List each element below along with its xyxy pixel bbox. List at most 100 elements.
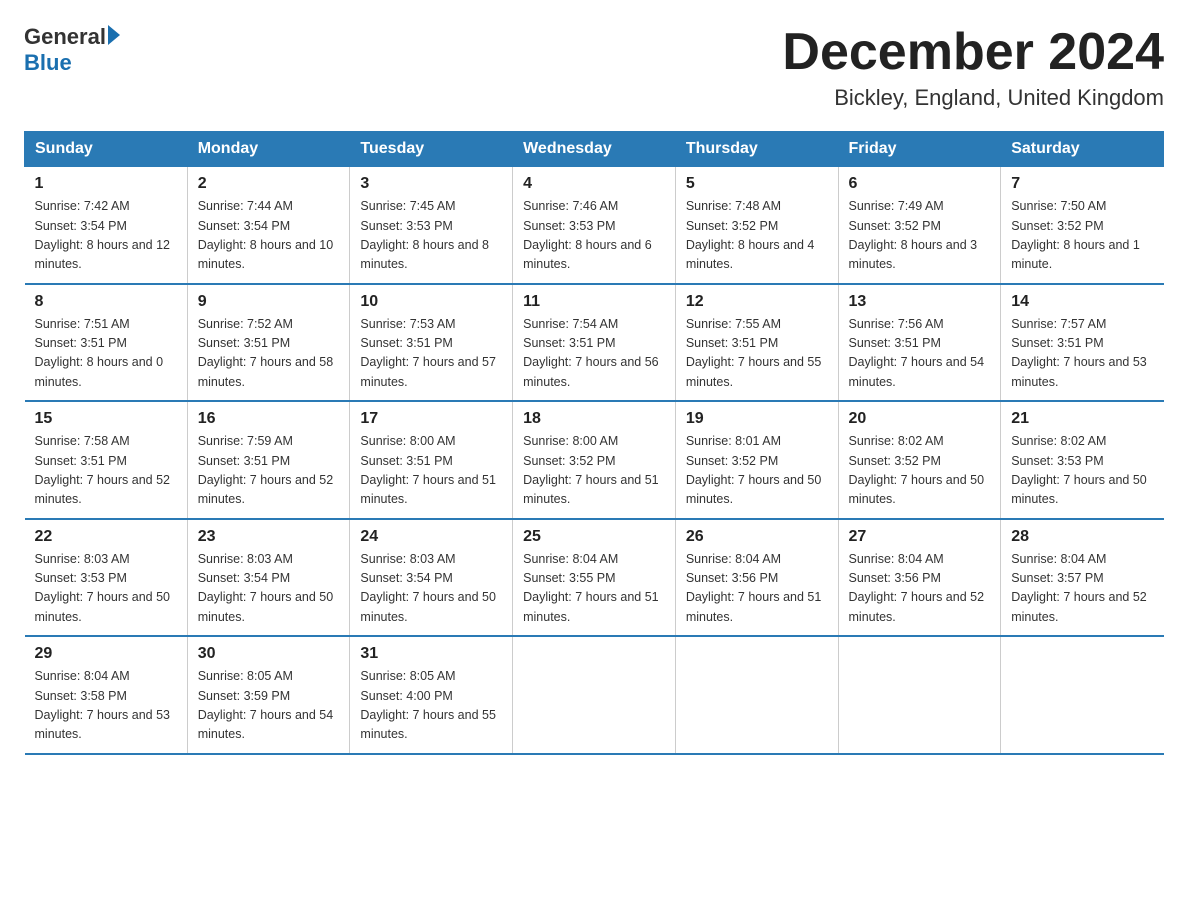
location-title: Bickley, England, United Kingdom xyxy=(782,85,1164,111)
month-title: December 2024 xyxy=(782,24,1164,81)
calendar-cell: 13 Sunrise: 7:56 AMSunset: 3:51 PMDayligh… xyxy=(838,284,1001,402)
column-header-friday: Friday xyxy=(838,132,1001,167)
day-info: Sunrise: 7:55 AMSunset: 3:51 PMDaylight:… xyxy=(686,315,828,393)
calendar-cell xyxy=(675,636,838,754)
logo-general-text: General xyxy=(24,24,106,50)
calendar-cell xyxy=(1001,636,1164,754)
calendar-cell: 25Sunrise: 8:04 AMSunset: 3:55 PMDayligh… xyxy=(513,519,676,637)
day-number: 19 xyxy=(686,410,828,428)
calendar-cell: 29Sunrise: 8:04 AMSunset: 3:58 PMDayligh… xyxy=(25,636,188,754)
calendar-cell: 7Sunrise: 7:50 AMSunset: 3:52 PMDaylight… xyxy=(1001,167,1164,284)
calendar-cell: 14Sunrise: 7:57 AMSunset: 3:51 PMDayligh… xyxy=(1001,284,1164,402)
calendar-week-row: 1 Sunrise: 7:42 AMSunset: 3:54 PMDaylight… xyxy=(25,167,1164,284)
calendar-cell: 5Sunrise: 7:48 AMSunset: 3:52 PMDaylight… xyxy=(675,167,838,284)
page-header: General Blue December 2024 Bickley, Engl… xyxy=(24,24,1164,111)
day-number: 12 xyxy=(686,293,828,311)
calendar-cell: 9 Sunrise: 7:52 AMSunset: 3:51 PMDaylight… xyxy=(187,284,350,402)
day-number: 26 xyxy=(686,528,828,546)
day-info: Sunrise: 8:02 AMSunset: 3:52 PMDaylight:… xyxy=(849,432,991,510)
day-number: 16 xyxy=(198,410,340,428)
calendar-cell: 4 Sunrise: 7:46 AMSunset: 3:53 PMDaylight… xyxy=(513,167,676,284)
calendar-week-row: 8 Sunrise: 7:51 AMSunset: 3:51 PMDaylight… xyxy=(25,284,1164,402)
day-number: 25 xyxy=(523,528,665,546)
calendar-cell: 8 Sunrise: 7:51 AMSunset: 3:51 PMDaylight… xyxy=(25,284,188,402)
calendar-cell: 15 Sunrise: 7:58 AMSunset: 3:51 PMDayligh… xyxy=(25,401,188,519)
calendar-cell: 11Sunrise: 7:54 AMSunset: 3:51 PMDayligh… xyxy=(513,284,676,402)
calendar-cell: 21Sunrise: 8:02 AMSunset: 3:53 PMDayligh… xyxy=(1001,401,1164,519)
calendar-cell xyxy=(513,636,676,754)
calendar-header-row: SundayMondayTuesdayWednesdayThursdayFrid… xyxy=(25,132,1164,167)
day-number: 2 xyxy=(198,175,340,193)
column-header-monday: Monday xyxy=(187,132,350,167)
calendar-table: SundayMondayTuesdayWednesdayThursdayFrid… xyxy=(24,131,1164,755)
logo-arrow-icon xyxy=(108,25,120,45)
day-info: Sunrise: 8:04 AMSunset: 3:56 PMDaylight:… xyxy=(686,550,828,628)
day-number: 8 xyxy=(35,293,177,311)
calendar-cell: 22Sunrise: 8:03 AMSunset: 3:53 PMDayligh… xyxy=(25,519,188,637)
day-number: 18 xyxy=(523,410,665,428)
day-number: 20 xyxy=(849,410,991,428)
day-number: 6 xyxy=(849,175,991,193)
day-number: 17 xyxy=(360,410,502,428)
calendar-cell: 28 Sunrise: 8:04 AMSunset: 3:57 PMDayligh… xyxy=(1001,519,1164,637)
day-number: 3 xyxy=(360,175,502,193)
calendar-cell: 10Sunrise: 7:53 AMSunset: 3:51 PMDayligh… xyxy=(350,284,513,402)
day-info: Sunrise: 8:03 AMSunset: 3:54 PMDaylight:… xyxy=(360,550,502,628)
calendar-cell: 18 Sunrise: 8:00 AMSunset: 3:52 PMDayligh… xyxy=(513,401,676,519)
day-info: Sunrise: 7:52 AMSunset: 3:51 PMDaylight:… xyxy=(198,315,340,393)
day-number: 9 xyxy=(198,293,340,311)
day-number: 28 xyxy=(1011,528,1153,546)
day-number: 27 xyxy=(849,528,991,546)
day-info: Sunrise: 7:46 AMSunset: 3:53 PMDaylight:… xyxy=(523,197,665,275)
calendar-cell: 1 Sunrise: 7:42 AMSunset: 3:54 PMDaylight… xyxy=(25,167,188,284)
day-info: Sunrise: 7:56 AMSunset: 3:51 PMDaylight:… xyxy=(849,315,991,393)
day-info: Sunrise: 7:58 AMSunset: 3:51 PMDaylight:… xyxy=(35,432,177,510)
day-info: Sunrise: 8:02 AMSunset: 3:53 PMDaylight:… xyxy=(1011,432,1153,510)
calendar-cell: 30Sunrise: 8:05 AMSunset: 3:59 PMDayligh… xyxy=(187,636,350,754)
calendar-cell: 31 Sunrise: 8:05 AMSunset: 4:00 PMDayligh… xyxy=(350,636,513,754)
day-info: Sunrise: 8:05 AMSunset: 4:00 PMDaylight:… xyxy=(360,667,502,745)
column-header-saturday: Saturday xyxy=(1001,132,1164,167)
day-info: Sunrise: 7:45 AMSunset: 3:53 PMDaylight:… xyxy=(360,197,502,275)
calendar-cell: 17 Sunrise: 8:00 AMSunset: 3:51 PMDayligh… xyxy=(350,401,513,519)
column-header-thursday: Thursday xyxy=(675,132,838,167)
day-number: 31 xyxy=(360,645,502,663)
day-number: 13 xyxy=(849,293,991,311)
title-section: December 2024 Bickley, England, United K… xyxy=(782,24,1164,111)
calendar-cell: 24 Sunrise: 8:03 AMSunset: 3:54 PMDayligh… xyxy=(350,519,513,637)
calendar-cell: 3 Sunrise: 7:45 AMSunset: 3:53 PMDaylight… xyxy=(350,167,513,284)
column-header-tuesday: Tuesday xyxy=(350,132,513,167)
day-info: Sunrise: 7:51 AMSunset: 3:51 PMDaylight:… xyxy=(35,315,177,393)
calendar-cell: 26 Sunrise: 8:04 AMSunset: 3:56 PMDayligh… xyxy=(675,519,838,637)
day-info: Sunrise: 8:03 AMSunset: 3:54 PMDaylight:… xyxy=(198,550,340,628)
day-number: 1 xyxy=(35,175,177,193)
calendar-week-row: 29Sunrise: 8:04 AMSunset: 3:58 PMDayligh… xyxy=(25,636,1164,754)
logo-blue-text: Blue xyxy=(24,50,120,76)
day-number: 4 xyxy=(523,175,665,193)
day-info: Sunrise: 7:53 AMSunset: 3:51 PMDaylight:… xyxy=(360,315,502,393)
column-header-wednesday: Wednesday xyxy=(513,132,676,167)
day-info: Sunrise: 8:00 AMSunset: 3:51 PMDaylight:… xyxy=(360,432,502,510)
day-info: Sunrise: 8:03 AMSunset: 3:53 PMDaylight:… xyxy=(35,550,177,628)
day-info: Sunrise: 8:04 AMSunset: 3:57 PMDaylight:… xyxy=(1011,550,1153,628)
calendar-cell: 20 Sunrise: 8:02 AMSunset: 3:52 PMDayligh… xyxy=(838,401,1001,519)
day-number: 5 xyxy=(686,175,828,193)
day-info: Sunrise: 8:04 AMSunset: 3:56 PMDaylight:… xyxy=(849,550,991,628)
calendar-cell: 6 Sunrise: 7:49 AMSunset: 3:52 PMDaylight… xyxy=(838,167,1001,284)
day-info: Sunrise: 8:00 AMSunset: 3:52 PMDaylight:… xyxy=(523,432,665,510)
day-number: 23 xyxy=(198,528,340,546)
day-info: Sunrise: 7:49 AMSunset: 3:52 PMDaylight:… xyxy=(849,197,991,275)
day-info: Sunrise: 7:44 AMSunset: 3:54 PMDaylight:… xyxy=(198,197,340,275)
day-number: 29 xyxy=(35,645,177,663)
column-header-sunday: Sunday xyxy=(25,132,188,167)
day-number: 30 xyxy=(198,645,340,663)
calendar-cell: 27 Sunrise: 8:04 AMSunset: 3:56 PMDayligh… xyxy=(838,519,1001,637)
calendar-cell: 16Sunrise: 7:59 AMSunset: 3:51 PMDayligh… xyxy=(187,401,350,519)
day-number: 15 xyxy=(35,410,177,428)
day-number: 24 xyxy=(360,528,502,546)
calendar-cell: 12 Sunrise: 7:55 AMSunset: 3:51 PMDayligh… xyxy=(675,284,838,402)
day-info: Sunrise: 7:42 AMSunset: 3:54 PMDaylight:… xyxy=(35,197,177,275)
day-info: Sunrise: 7:57 AMSunset: 3:51 PMDaylight:… xyxy=(1011,315,1153,393)
calendar-week-row: 22Sunrise: 8:03 AMSunset: 3:53 PMDayligh… xyxy=(25,519,1164,637)
calendar-cell: 23 Sunrise: 8:03 AMSunset: 3:54 PMDayligh… xyxy=(187,519,350,637)
